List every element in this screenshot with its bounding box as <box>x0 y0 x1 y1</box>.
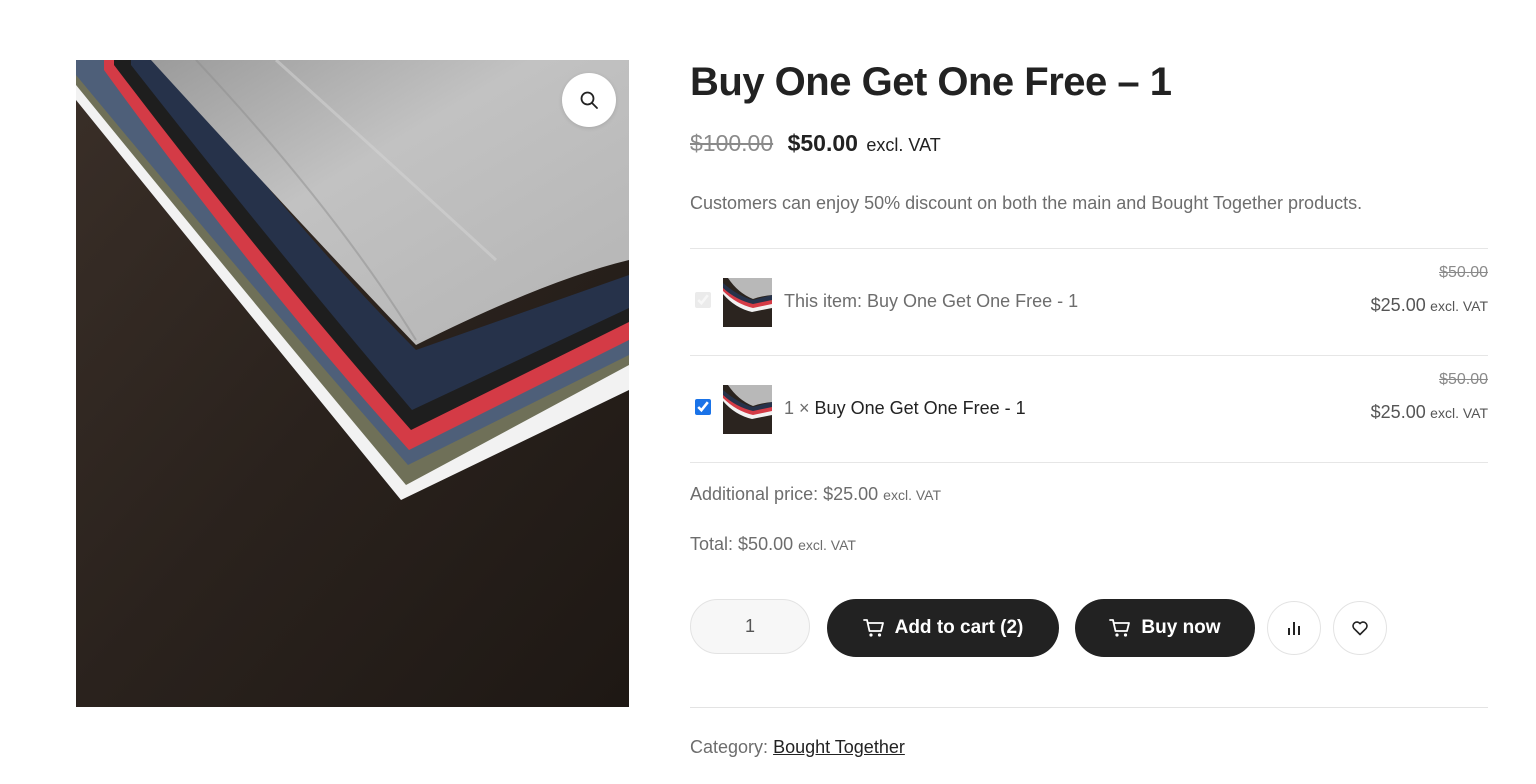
buy-now-button[interactable]: Buy now <box>1075 599 1255 657</box>
cart-icon <box>1109 619 1131 637</box>
category-label: Category: <box>690 737 769 757</box>
item-thumbnail[interactable] <box>723 278 772 327</box>
item-price-old: $50.00 <box>1439 371 1488 388</box>
heart-icon <box>1352 621 1368 636</box>
item-checkbox <box>695 292 711 308</box>
add-to-cart-form: Add to cart (2) Buy now <box>690 599 1488 657</box>
price-suffix: excl. VAT <box>866 135 941 155</box>
item-checkbox[interactable] <box>695 399 711 415</box>
quantity-input[interactable] <box>690 599 810 654</box>
zoom-button[interactable] <box>562 73 616 127</box>
wishlist-button[interactable] <box>1333 601 1387 655</box>
add-to-cart-button[interactable]: Add to cart (2) <box>827 599 1059 657</box>
total-price: Total: $50.00 excl. VAT <box>690 534 856 554</box>
bought-together-list: This item: Buy One Get One Free - 1 $50.… <box>690 248 1488 463</box>
bar-chart-icon <box>1288 622 1300 635</box>
item-name: This item: Buy One Get One Free - 1 <box>784 291 1079 311</box>
product-price: $100.00 $50.00 excl. VAT <box>690 130 941 157</box>
item-price-suffix: excl. VAT <box>1430 405 1488 421</box>
item-thumbnail[interactable] <box>723 385 772 434</box>
bought-together-item: 1 × Buy One Get One Free - 1 $50.00 $25.… <box>690 356 1488 463</box>
bought-together-item: This item: Buy One Get One Free - 1 $50.… <box>690 249 1488 356</box>
product-gallery <box>76 60 629 707</box>
compare-button[interactable] <box>1267 601 1321 655</box>
item-price-new: $25.00 <box>1370 295 1426 315</box>
additional-price: Additional price: $25.00 excl. VAT <box>690 484 941 504</box>
item-price-suffix: excl. VAT <box>1430 298 1488 314</box>
regular-price: $100.00 <box>690 130 774 156</box>
short-description: Customers can enjoy 50% discount on both… <box>690 193 1363 213</box>
item-price: $50.00 $25.00 excl. VAT <box>1348 364 1488 430</box>
category-link[interactable]: Bought Together <box>773 737 905 757</box>
magnifier-icon <box>580 91 598 109</box>
item-price: $50.00 $25.00 excl. VAT <box>1348 257 1488 323</box>
product-meta: Category: Bought Together <box>690 737 905 758</box>
divider <box>690 707 1488 708</box>
product-title: Buy One Get One Free – 1 <box>690 60 1172 104</box>
sale-price: $50.00 <box>787 130 858 156</box>
item-price-new: $25.00 <box>1370 402 1426 422</box>
item-price-old: $50.00 <box>1439 264 1488 281</box>
item-qty: 1 × <box>784 398 810 418</box>
item-name: 1 × Buy One Get One Free - 1 <box>784 398 1026 419</box>
cart-icon <box>862 619 884 637</box>
item-link[interactable]: Buy One Get One Free - 1 <box>815 398 1026 418</box>
product-image[interactable] <box>76 60 629 707</box>
